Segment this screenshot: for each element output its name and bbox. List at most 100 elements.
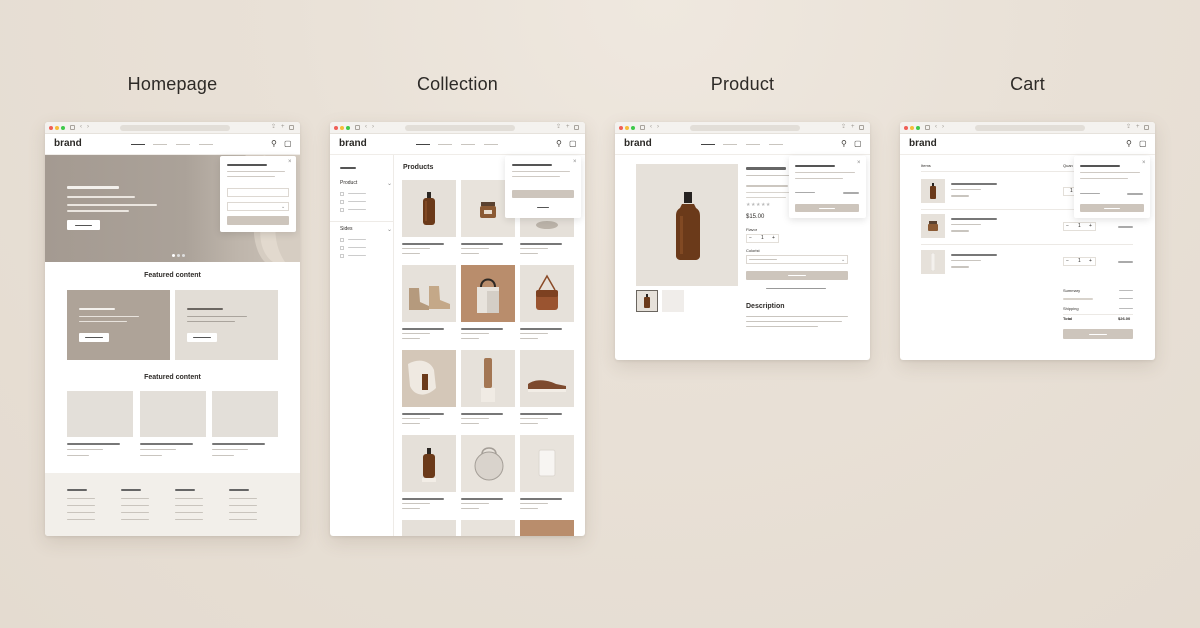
- url-bar[interactable]: [120, 125, 230, 131]
- nav-link[interactable]: [484, 144, 498, 145]
- search-icon[interactable]: ⚲: [841, 139, 847, 148]
- forward-icon[interactable]: ›: [942, 124, 944, 131]
- product-card-image[interactable]: [402, 520, 456, 536]
- minus-icon[interactable]: −: [1066, 223, 1069, 229]
- filter-checkbox[interactable]: [340, 200, 344, 204]
- nav-link[interactable]: [416, 144, 430, 145]
- bag-icon[interactable]: ▢: [284, 139, 292, 148]
- featured-card[interactable]: [212, 391, 278, 437]
- filter-heading[interactable]: Sides: [340, 226, 353, 232]
- nav-link[interactable]: [131, 144, 145, 145]
- chevron-down-icon[interactable]: ⌄: [387, 227, 392, 233]
- filter-checkbox[interactable]: [340, 246, 344, 250]
- back-icon[interactable]: ‹: [935, 124, 937, 131]
- minimize-dot[interactable]: [55, 126, 59, 130]
- nav-link[interactable]: [199, 144, 213, 145]
- tabs-icon[interactable]: [289, 125, 294, 130]
- sidebar-icon[interactable]: [925, 125, 930, 130]
- brand-logo[interactable]: brand: [624, 138, 652, 149]
- filter-heading[interactable]: Product: [340, 180, 357, 186]
- filter-checkbox[interactable]: [340, 208, 344, 212]
- brand-logo[interactable]: brand: [54, 138, 82, 149]
- bag-icon[interactable]: ▢: [854, 139, 862, 148]
- minimize-dot[interactable]: [910, 126, 914, 130]
- thumbnail[interactable]: [662, 290, 684, 312]
- maximize-dot[interactable]: [916, 126, 920, 130]
- bag-icon[interactable]: ▢: [569, 139, 577, 148]
- close-dot[interactable]: [49, 126, 53, 130]
- filter-checkbox[interactable]: [340, 254, 344, 258]
- tabs-icon[interactable]: [1144, 125, 1149, 130]
- sidebar-icon[interactable]: [640, 125, 645, 130]
- select-field[interactable]: [227, 202, 289, 211]
- plus-icon[interactable]: +: [1089, 258, 1092, 264]
- share-icon[interactable]: ⇪: [841, 124, 846, 131]
- tabs-icon[interactable]: [574, 125, 579, 130]
- add-button[interactable]: [512, 190, 574, 198]
- nav-link[interactable]: [438, 144, 452, 145]
- plus-icon[interactable]: +: [1089, 223, 1092, 229]
- url-bar[interactable]: [975, 125, 1085, 131]
- nav-link[interactable]: [701, 144, 715, 145]
- url-bar[interactable]: [690, 125, 800, 131]
- option-label: Flavor: [746, 227, 758, 232]
- tabs-icon[interactable]: [859, 125, 864, 130]
- back-icon[interactable]: ‹: [650, 124, 652, 131]
- nav-link[interactable]: [461, 144, 475, 145]
- plus-icon[interactable]: +: [851, 124, 855, 131]
- plus-icon[interactable]: +: [566, 124, 570, 131]
- brand-logo[interactable]: brand: [909, 138, 937, 149]
- chevron-down-icon[interactable]: ⌄: [387, 181, 392, 187]
- close-dot[interactable]: [904, 126, 908, 130]
- maximize-dot[interactable]: [346, 126, 350, 130]
- search-icon[interactable]: ⚲: [556, 139, 562, 148]
- filter-checkbox[interactable]: [340, 238, 344, 242]
- featured-card[interactable]: [67, 391, 133, 437]
- close-dot[interactable]: [334, 126, 338, 130]
- minimize-dot[interactable]: [340, 126, 344, 130]
- nav-link[interactable]: [153, 144, 167, 145]
- close-icon[interactable]: ×: [288, 159, 292, 165]
- share-icon[interactable]: ⇪: [1126, 124, 1131, 131]
- search-icon[interactable]: ⚲: [1126, 139, 1132, 148]
- plus-icon[interactable]: +: [772, 235, 775, 241]
- forward-icon[interactable]: ›: [87, 124, 89, 131]
- filter-checkbox[interactable]: [340, 192, 344, 196]
- product-card-image[interactable]: [520, 520, 574, 536]
- close-dot[interactable]: [619, 126, 623, 130]
- forward-icon[interactable]: ›: [372, 124, 374, 131]
- forward-icon[interactable]: ›: [657, 124, 659, 131]
- nav-link[interactable]: [769, 144, 783, 145]
- collection-window: ‹ › ⇪ + brand ⚲ ▢ Product ⌄ Sides ⌄ Prod…: [330, 122, 585, 536]
- featured-tile[interactable]: [175, 290, 278, 360]
- featured-card[interactable]: [140, 391, 206, 437]
- sidebar-icon[interactable]: [355, 125, 360, 130]
- close-icon[interactable]: ×: [857, 160, 861, 166]
- url-bar[interactable]: [405, 125, 515, 131]
- search-icon[interactable]: ⚲: [271, 139, 277, 148]
- back-icon[interactable]: ‹: [365, 124, 367, 131]
- plus-icon[interactable]: +: [1136, 124, 1140, 131]
- bag-icon[interactable]: ▢: [1139, 139, 1147, 148]
- nav-link[interactable]: [723, 144, 737, 145]
- sidebar-icon[interactable]: [70, 125, 75, 130]
- share-icon[interactable]: ⇪: [556, 124, 561, 131]
- minus-icon[interactable]: −: [1066, 258, 1069, 264]
- plus-icon[interactable]: +: [281, 124, 285, 131]
- maximize-dot[interactable]: [631, 126, 635, 130]
- product-card-image[interactable]: [461, 520, 515, 536]
- close-icon[interactable]: ×: [1142, 160, 1146, 166]
- minimize-dot[interactable]: [625, 126, 629, 130]
- close-icon[interactable]: ×: [573, 159, 577, 165]
- share-icon[interactable]: ⇪: [271, 124, 276, 131]
- back-icon[interactable]: ‹: [80, 124, 82, 131]
- subscribe-button[interactable]: [227, 216, 289, 225]
- nav-link[interactable]: [176, 144, 190, 145]
- nav-link[interactable]: [746, 144, 760, 145]
- maximize-dot[interactable]: [61, 126, 65, 130]
- email-field[interactable]: [227, 188, 289, 197]
- featured-tile[interactable]: [67, 290, 170, 360]
- minus-icon[interactable]: −: [749, 235, 752, 241]
- brand-logo[interactable]: brand: [339, 138, 367, 149]
- browser-chrome: ‹ › ⇪ +: [615, 122, 870, 134]
